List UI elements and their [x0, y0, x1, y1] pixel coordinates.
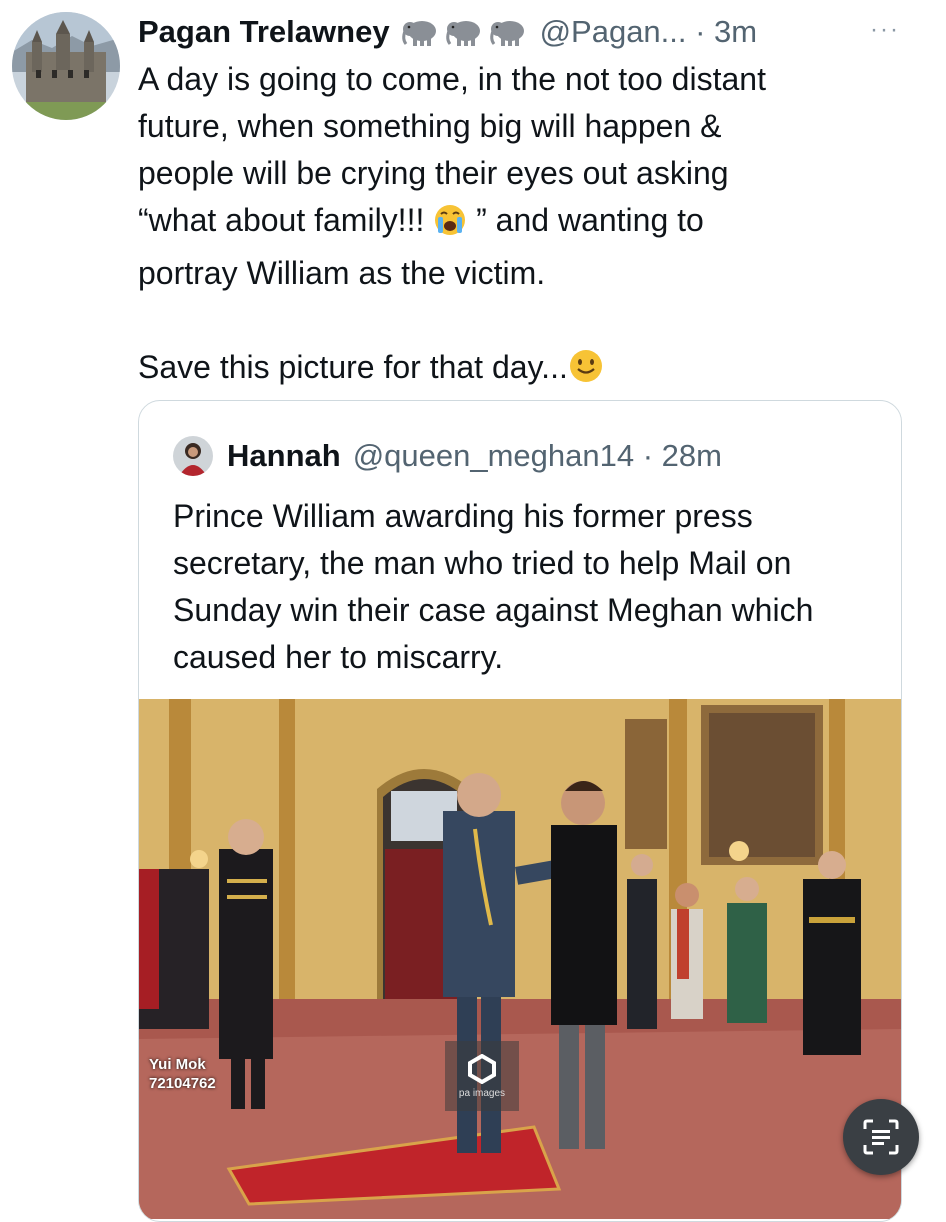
- quoted-tweet-text: Prince William awarding his former press…: [173, 498, 814, 675]
- handle-time[interactable]: @Pagan... · 3m: [540, 14, 758, 50]
- quoted-author-name[interactable]: Hannah: [227, 438, 341, 474]
- ceremony-photo-illustration: [139, 699, 901, 1219]
- tweet-text: A day is going to come, in the not too d…: [138, 56, 918, 397]
- quoted-tweet-photo[interactable]: Yui Mok 72104762 pa images: [139, 699, 901, 1219]
- elephant-icon: [445, 21, 480, 46]
- badge-icons: [400, 17, 528, 47]
- photo-watermark: pa images: [445, 1041, 519, 1111]
- elephant-icon: [401, 21, 436, 46]
- slightly-smiling-face-icon: [568, 348, 604, 397]
- loudly-crying-face-icon: [433, 203, 467, 250]
- quoted-author-avatar[interactable]: [173, 436, 213, 476]
- quoted-tweet-header: Hannah @queen_meghan14 · 28m: [173, 433, 722, 479]
- photo-credit: Yui Mok 72104762: [149, 1055, 216, 1093]
- hexagon-logo-icon: [468, 1053, 496, 1084]
- quoted-tweet-card[interactable]: Hannah @queen_meghan14 · 28m Prince Will…: [138, 400, 902, 1222]
- author-avatar[interactable]: [12, 12, 120, 120]
- text-scan-button[interactable]: [843, 1099, 919, 1175]
- quoted-handle-time[interactable]: @queen_meghan14 · 28m: [353, 438, 722, 474]
- tweet-header: Pagan Trelawney @Pagan... · 3m: [138, 10, 898, 54]
- scan-text-icon: [863, 1119, 899, 1155]
- photo-credit-id: 72104762: [149, 1075, 216, 1092]
- more-options-icon[interactable]: ···: [870, 18, 900, 42]
- author-name[interactable]: Pagan Trelawney: [138, 14, 390, 50]
- photo-credit-name: Yui Mok: [149, 1056, 206, 1073]
- elephant-icon: [489, 21, 524, 46]
- watermark-label: pa images: [458, 1087, 506, 1099]
